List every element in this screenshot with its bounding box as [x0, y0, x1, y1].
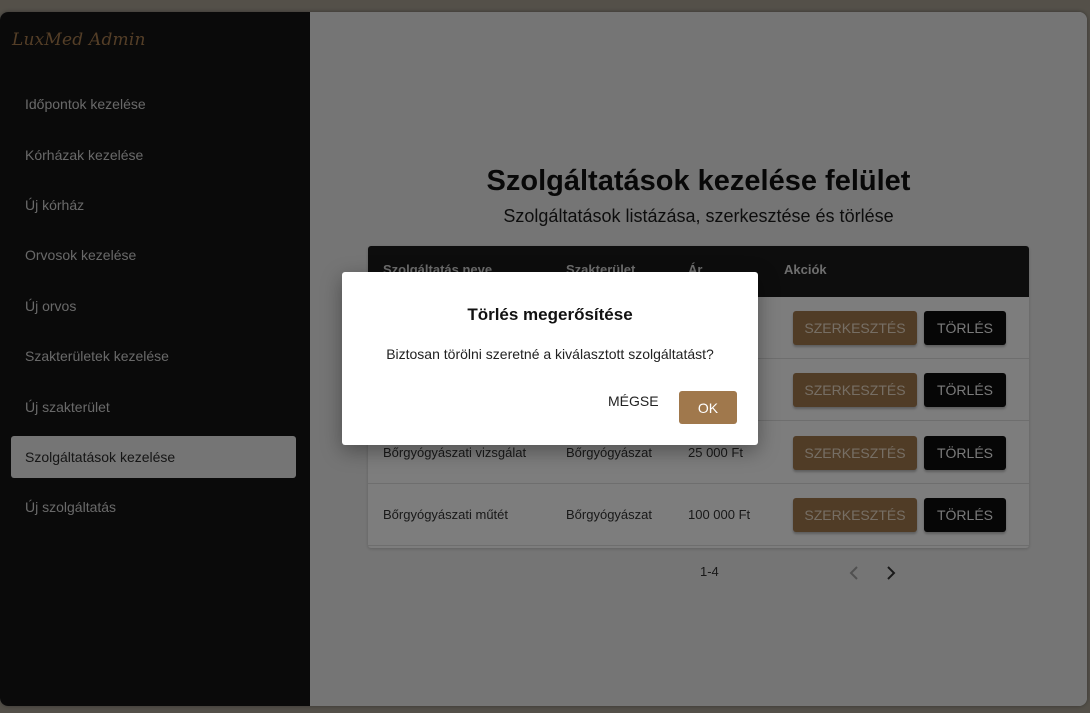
dialog-message: Biztosan törölni szeretné a kiválasztott… [386, 346, 714, 362]
ok-button[interactable]: OK [679, 391, 737, 424]
confirm-dialog: Törlés megerősítése Biztosan törölni sze… [342, 272, 758, 445]
dialog-title: Törlés megerősítése [467, 305, 633, 324]
cancel-button[interactable]: MÉGSE [608, 393, 659, 409]
